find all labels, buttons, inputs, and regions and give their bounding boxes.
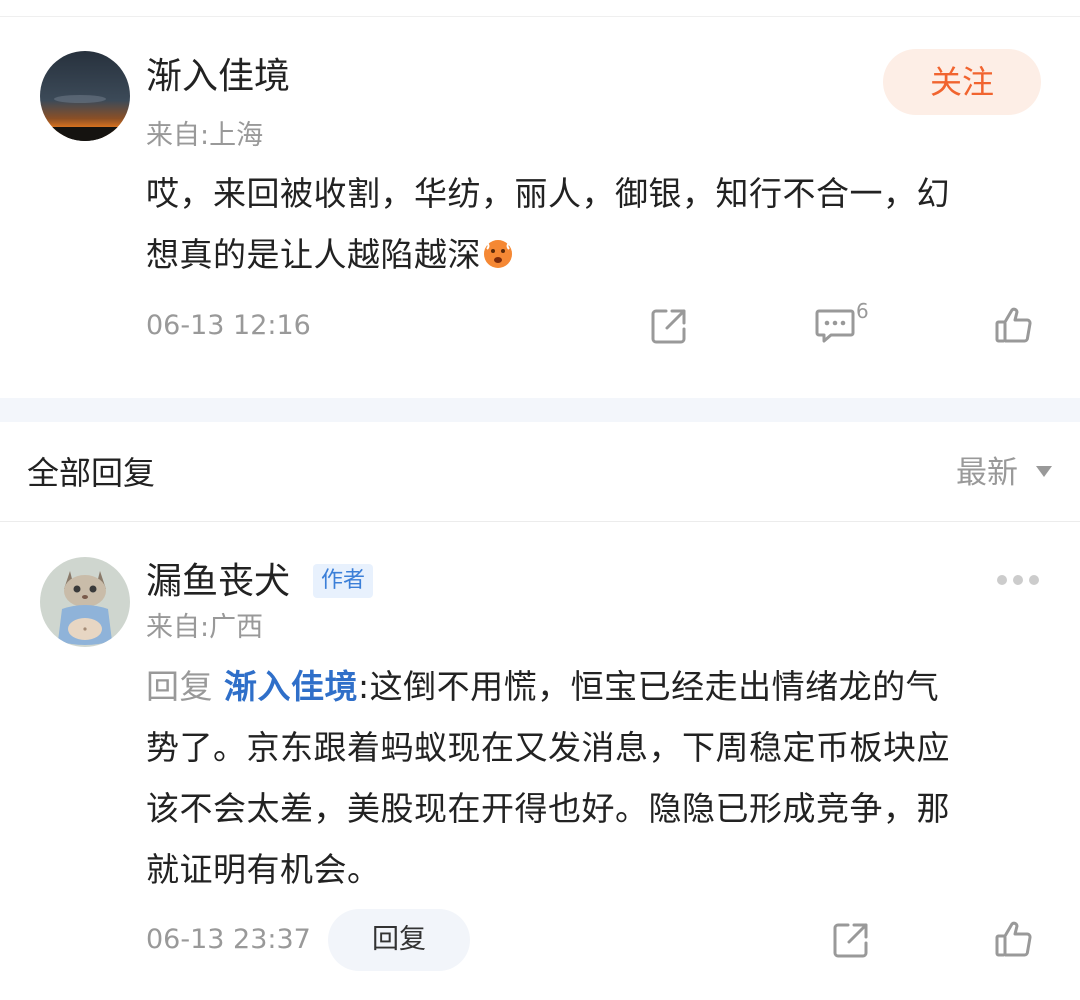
reply-colon: : (358, 667, 370, 706)
more-icon[interactable] (997, 575, 1039, 587)
comment-text-part: 想真的是让人越陷越深 (146, 235, 481, 274)
reply-count-badge: 6 (856, 299, 869, 323)
comment-text-line: 想真的是让人越陷越深 (146, 224, 1026, 285)
header-divider (0, 521, 1080, 522)
section-separator (0, 398, 1080, 422)
reply-text-line: 该不会太差，美股现在开得也好。隐隐已形成竞争，那 (146, 789, 950, 828)
comment-icon[interactable] (815, 308, 855, 344)
sunset-avatar-image (40, 51, 130, 141)
reply-text-line: 势了。京东跟着蚂蚁现在又发消息，下周稳定币板块应 (146, 728, 950, 767)
triangle-down-icon[interactable] (1036, 466, 1052, 477)
comment-detail-page: 渐入佳境 来自:上海 关注 哎，来回被收割，华纺，丽人，御银，知行不合一，幻 想… (0, 0, 1080, 1000)
reply-text: 回复 渐入佳境:这倒不用慌，恒宝已经走出情绪龙的气 势了。京东跟着蚂蚁现在又发消… (146, 656, 1046, 900)
comment-time: 06-13 12:16 (146, 310, 311, 341)
all-replies-title: 全部回复 (27, 454, 156, 492)
comment-location: 来自:上海 (146, 120, 264, 151)
avatar[interactable] (40, 51, 130, 141)
reply-text-line: 就证明有机会。 (146, 850, 381, 889)
reply-button[interactable]: 回复 (328, 909, 470, 971)
follow-button[interactable]: 关注 (883, 49, 1041, 115)
comment-username[interactable]: 渐入佳境 (146, 55, 290, 99)
comment-text: 哎，来回被收割，华纺，丽人，御银，知行不合一，幻 想真的是让人越陷越深 (146, 163, 1026, 285)
reply-text-part: 这倒不用慌，恒宝已经走出情绪龙的气 (369, 667, 940, 706)
like-icon[interactable] (994, 919, 1034, 959)
comment-text-line: 哎，来回被收割，华纺，丽人，御银，知行不合一，幻 (146, 174, 950, 213)
share-icon[interactable] (650, 307, 688, 345)
author-badge: 作者 (313, 564, 374, 598)
share-icon[interactable] (832, 921, 870, 959)
sort-dropdown[interactable]: 最新 (956, 453, 1018, 493)
reply-text-line: 回复 渐入佳境:这倒不用慌，恒宝已经走出情绪龙的气 (146, 656, 1046, 717)
reply-target-link[interactable]: 渐入佳境 (224, 667, 358, 706)
reply-username[interactable]: 漏鱼丧犬 (146, 560, 290, 604)
cat-avatar-image (40, 557, 130, 647)
avatar[interactable] (40, 557, 130, 647)
reply-time: 06-13 23:37 (146, 924, 311, 955)
top-divider (0, 16, 1080, 17)
like-icon[interactable] (994, 305, 1034, 345)
hot-face-emoji-icon (484, 240, 512, 268)
reply-prefix: 回复 (146, 667, 213, 706)
reply-location: 来自:广西 (146, 612, 264, 643)
